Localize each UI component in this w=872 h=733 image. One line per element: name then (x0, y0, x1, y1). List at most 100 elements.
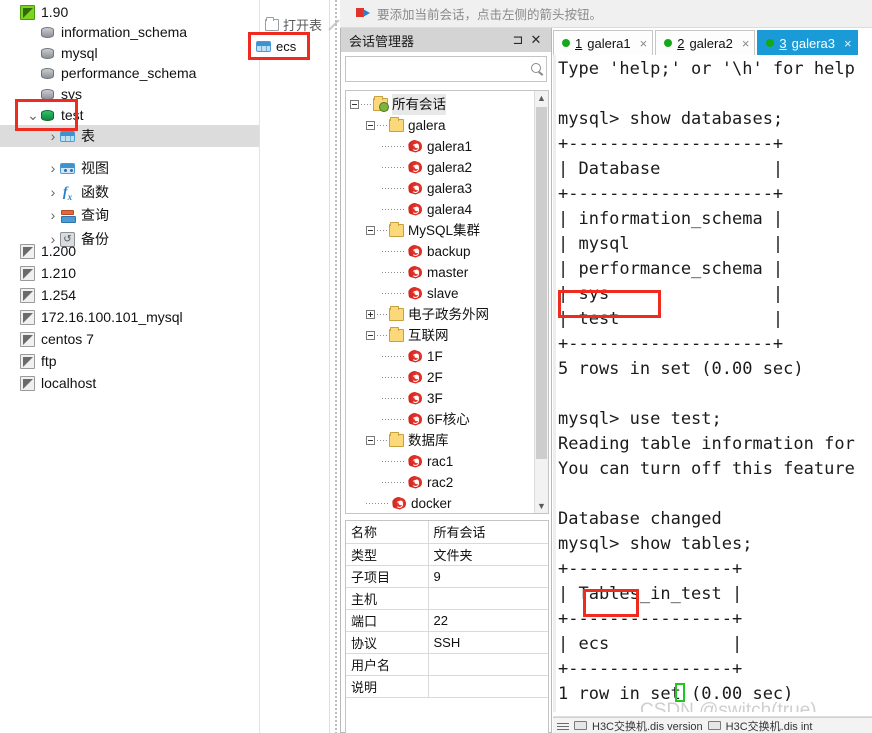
session-tree-node-master[interactable]: master (346, 262, 534, 283)
session-tree-node-rac1[interactable]: rac1 (346, 451, 534, 472)
session-tree-node-互联网[interactable]: 互联网 (346, 325, 534, 346)
nav-item-sys[interactable]: sys (0, 83, 260, 105)
terminal-tabbar[interactable]: 1 galera1 × 2 galera2 × 3 galera3 × (553, 28, 872, 55)
property-key: 类型 (346, 543, 429, 566)
session-tree-node-1F[interactable]: 1F (346, 346, 534, 367)
session-tree-node-6F核心[interactable]: 6F核心 (346, 409, 534, 430)
session-tree-node-galera1[interactable]: galera1 (346, 136, 534, 157)
session-tree-container: 所有会话 galera galera1 galera2 galera3 galera4 My… (345, 90, 549, 514)
collapse-minus-icon[interactable] (350, 100, 359, 109)
session-tree-node-label: docker (411, 496, 452, 511)
nav-item-label: localhost (41, 375, 97, 391)
search-icon[interactable] (531, 62, 544, 76)
session-tree-node-3F[interactable]: 3F (346, 388, 534, 409)
chevron-down-icon[interactable]: ⌄ (26, 107, 40, 123)
close-icon[interactable]: × (844, 36, 852, 51)
terminal-tab-galera3[interactable]: 3 galera3 × (757, 30, 858, 55)
close-icon[interactable]: ✕ (527, 32, 545, 48)
session-tree-node-所有会话[interactable]: 所有会话 (346, 94, 534, 115)
session-tree-node-galera3[interactable]: galera3 (346, 178, 534, 199)
property-key: 协议 (346, 631, 429, 654)
nav-item-ftp[interactable]: ftp (0, 350, 260, 372)
ecs-table-item[interactable]: ecs (248, 32, 310, 60)
session-tree-node-docker[interactable]: docker (346, 493, 534, 513)
session-tree-node-slave[interactable]: slave (346, 283, 534, 304)
property-key: 端口 (346, 609, 429, 632)
nav-item-视图[interactable]: › 视图 (0, 157, 260, 179)
session-properties-table: 名称 所有会话 类型 文件夹 子项目 9 主机 端口 22 协议 SSH 用户名 说明 (345, 520, 549, 733)
scroll-down-arrow[interactable]: ▼ (535, 499, 548, 513)
terminal-text: Type 'help;' or '\h' for help mysql> sho… (558, 59, 855, 704)
collapse-minus-icon[interactable] (366, 436, 375, 445)
connection-status-dot (562, 39, 570, 47)
nav-item-performance_schema[interactable]: performance_schema (0, 62, 260, 84)
connection-icon (20, 331, 35, 347)
add-session-banner: 要添加当前会话，点击左侧的箭头按钮。 (340, 0, 872, 28)
session-tree-node-数据库[interactable]: 数据库 (346, 430, 534, 451)
collapse-minus-icon[interactable] (366, 121, 375, 130)
property-value (428, 653, 548, 676)
session-tree-node-backup[interactable]: backup (346, 241, 534, 262)
pin-icon[interactable]: ⊐ (509, 32, 527, 48)
nav-item-函数[interactable]: › fx 函数 (0, 181, 260, 203)
close-icon[interactable]: × (742, 36, 750, 51)
nav-item-1.210[interactable]: 1.210 (0, 262, 260, 284)
property-row: 端口 22 (346, 609, 548, 632)
property-value: 9 (428, 565, 548, 588)
xshell-session-icon (407, 391, 423, 406)
terminal-tab-galera2[interactable]: 2 galera2 × (655, 30, 756, 55)
nav-item-1.200[interactable]: 1.200 (0, 240, 260, 262)
status-item-1[interactable]: H3C交换机.dis int (726, 718, 813, 733)
close-icon[interactable]: × (640, 36, 648, 51)
session-tree-node-label: 6F核心 (427, 412, 470, 427)
session-search-input[interactable] (351, 60, 531, 78)
terminal-tab-galera1[interactable]: 1 galera1 × (553, 30, 654, 55)
session-tree-node-2F[interactable]: 2F (346, 367, 534, 388)
nav-item-查询[interactable]: › 查询 (0, 204, 260, 226)
hamburger-icon[interactable] (557, 722, 569, 730)
session-tree-node-MySQL集群[interactable]: MySQL集群 (346, 220, 534, 241)
nav-item-1.254[interactable]: 1.254 (0, 284, 260, 306)
function-icon: fx (62, 184, 73, 202)
chevron-right-icon[interactable]: › (46, 181, 60, 203)
collapse-minus-icon[interactable] (366, 226, 375, 235)
chevron-right-icon[interactable]: › (46, 125, 60, 147)
nav-item-localhost[interactable]: localhost (0, 372, 260, 394)
session-tree-node-label: rac2 (427, 475, 454, 490)
chevron-right-icon[interactable]: › (46, 204, 60, 226)
scrollbar-thumb[interactable] (536, 107, 547, 459)
expand-plus-icon[interactable] (366, 310, 375, 319)
folder-icon (389, 432, 404, 447)
nav-item-172.16.100.101_mysql[interactable]: 172.16.100.101_mysql (0, 306, 260, 328)
tree-connector (377, 440, 387, 441)
scroll-up-arrow[interactable]: ▲ (535, 91, 548, 105)
session-tree-node-label: galera3 (427, 181, 473, 196)
collapse-minus-icon[interactable] (366, 331, 375, 340)
session-tree-node-galera4[interactable]: galera4 (346, 199, 534, 220)
session-tree-node-galera[interactable]: galera (346, 115, 534, 136)
nav-item-label: 1.200 (41, 243, 77, 259)
nav-item-mysql[interactable]: mysql (0, 42, 260, 64)
property-row: 协议 SSH (346, 631, 548, 654)
nav-item-表[interactable]: › 表 (0, 125, 260, 147)
session-tree-node-rac2[interactable]: rac2 (346, 472, 534, 493)
chevron-right-icon[interactable]: › (46, 157, 60, 179)
session-tree-node-label: backup (427, 244, 471, 259)
nav-item-label: 函数 (81, 184, 109, 200)
session-tree-scrollbar[interactable]: ▲ ▼ (534, 91, 548, 513)
nav-item-centos 7[interactable]: centos 7 (0, 328, 260, 350)
nav-item-information_schema[interactable]: information_schema (0, 21, 260, 43)
connection-icon (20, 309, 35, 325)
session-tree-node-galera2[interactable]: galera2 (346, 157, 534, 178)
property-key: 主机 (346, 587, 429, 610)
terminal-output-area[interactable]: Type 'help;' or '\h' for help mysql> sho… (553, 55, 872, 733)
nav-item-test[interactable]: ⌄ test (0, 104, 260, 126)
tree-connector (382, 482, 405, 483)
session-tree-node-电子政务外网[interactable]: 电子政务外网 (346, 304, 534, 325)
status-item-0[interactable]: H3C交换机.dis version (592, 718, 703, 733)
session-search-box[interactable] (345, 56, 547, 82)
xshell-session-icon (407, 265, 423, 280)
session-tree[interactable]: 所有会话 galera galera1 galera2 galera3 galera4 My… (346, 91, 534, 513)
nav-item-1.90[interactable]: 1.90 (0, 1, 260, 23)
tree-connector (382, 356, 405, 357)
